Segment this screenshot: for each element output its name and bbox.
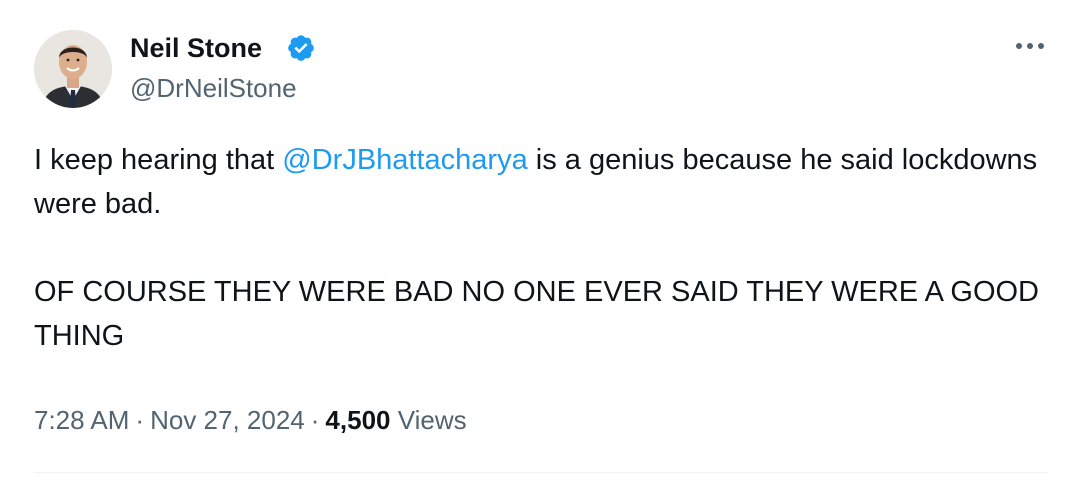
- tweet-paragraph-2: OF COURSE THEY WERE BAD NO ONE EVER SAID…: [34, 276, 1040, 352]
- tweet-time[interactable]: 7:28 AM: [34, 405, 129, 435]
- tweet-meta: 7:28 AM · Nov 27, 2024 · 4,500 Views: [34, 400, 467, 440]
- divider: [34, 472, 1048, 473]
- tweet-date[interactable]: Nov 27, 2024: [150, 405, 305, 435]
- avatar-photo: [34, 30, 112, 108]
- meta-separator: ·: [135, 405, 145, 435]
- tweet-card: Neil Stone @DrNeilStone I keep hearing t…: [0, 0, 1070, 486]
- views-count: 4,500: [325, 405, 391, 435]
- avatar[interactable]: [34, 30, 112, 108]
- tweet-paragraph: I keep hearing that @DrJBhattacharya is …: [34, 138, 1044, 226]
- verified-badge-icon: [288, 35, 314, 61]
- tweet-text-before-mention: I keep hearing that: [34, 144, 283, 176]
- mention-link[interactable]: @DrJBhattacharya: [282, 144, 527, 176]
- more-options-icon[interactable]: [1010, 34, 1050, 58]
- author-handle[interactable]: @DrNeilStone: [130, 72, 297, 104]
- views-label: Views: [397, 405, 467, 435]
- meta-separator: ·: [310, 405, 320, 435]
- tweet-text: I keep hearing that @DrJBhattacharya is …: [34, 138, 1044, 358]
- author-name[interactable]: Neil Stone: [130, 32, 262, 64]
